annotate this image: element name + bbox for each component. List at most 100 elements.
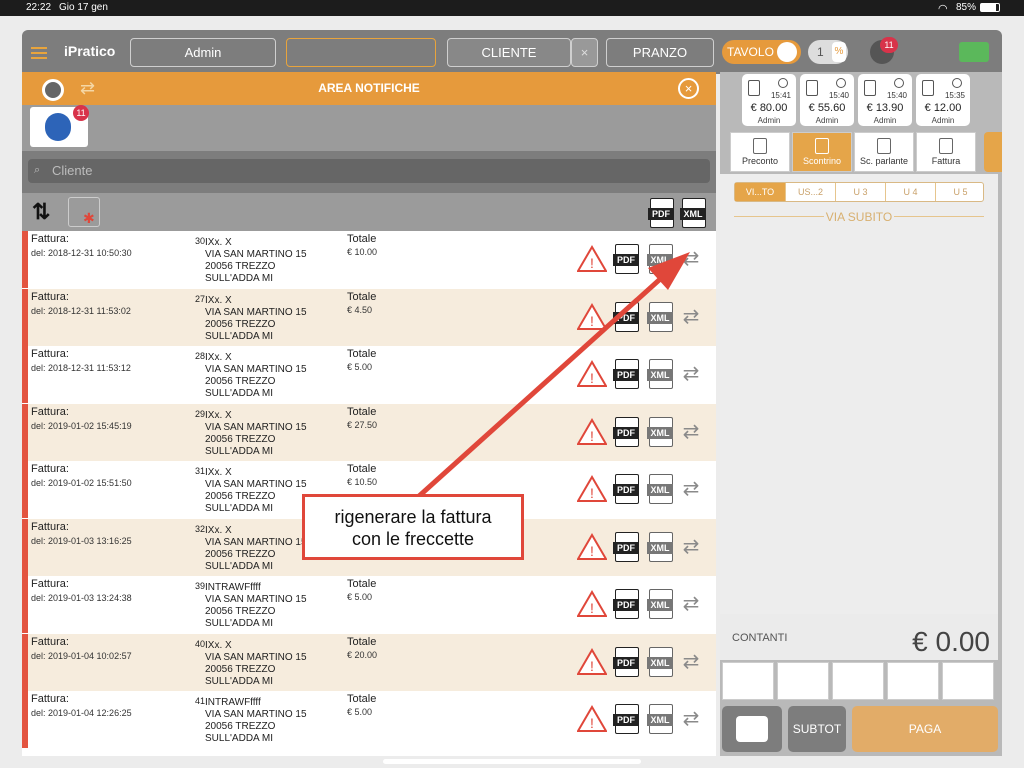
send-icon[interactable] <box>777 662 829 700</box>
recent-ticket-card[interactable]: 15:40 € 55.60 Admin <box>800 74 854 126</box>
user-button[interactable]: Admin <box>130 38 276 67</box>
mode-button[interactable]: Fattura <box>916 132 976 172</box>
recent-ticket-card[interactable]: 15:35 € 12.00 Admin <box>916 74 970 126</box>
pdf-label: PDF <box>613 369 639 381</box>
warning-icon[interactable]: ! <box>577 705 607 733</box>
regenerate-icon[interactable]: ⇄ <box>679 476 703 502</box>
regenerate-icon[interactable]: ⇄ <box>679 419 703 445</box>
warning-icon[interactable]: ! <box>577 475 607 503</box>
invoice-total: € 5.00 <box>347 592 373 602</box>
pdf-icon[interactable]: PDF <box>613 359 639 389</box>
exit-tab[interactable]: U 4 <box>885 183 935 201</box>
close-icon[interactable]: × <box>678 78 699 99</box>
recent-ticket-card[interactable]: 15:40 € 13.90 Admin <box>858 74 912 126</box>
xml-icon[interactable]: XML <box>647 646 673 677</box>
trash-icon[interactable] <box>722 662 774 700</box>
invoice-row[interactable]: Fattura: del: 2019-01-02 15:45:19 29 IXx. X… <box>22 403 716 461</box>
export-all-xml-icon[interactable]: XML <box>680 198 706 228</box>
modes-scroll-tab[interactable] <box>984 132 1002 172</box>
regenerate-icon[interactable]: ⇄ <box>679 706 703 732</box>
table-field[interactable] <box>286 38 436 67</box>
warning-icon[interactable]: ! <box>577 532 607 561</box>
home-indicator[interactable] <box>383 759 641 764</box>
invoice-row[interactable]: Fattura: del: 2019-01-04 12:26:25 41 INTRAW… <box>22 691 716 748</box>
calendar-settings-icon[interactable]: ✱ <box>68 197 100 227</box>
invoice-row[interactable]: Fattura: del: 2018-12-31 10:50:30 30 IXx. X… <box>22 231 716 288</box>
annotation-callout: rigenerare la fattura con le freccette <box>302 494 524 560</box>
customer-clear-button[interactable]: × <box>571 38 598 67</box>
svg-text:!: ! <box>590 485 594 501</box>
invoice-total: € 27.50 <box>347 419 378 430</box>
regenerate-icon[interactable]: ⇄ <box>679 361 703 387</box>
mode-button[interactable]: Sc. parlante <box>854 132 914 172</box>
pdf-icon[interactable]: PDF <box>613 244 639 274</box>
pdf-icon[interactable]: PDF <box>613 416 639 447</box>
subtotal-button[interactable]: SUBTOT <box>788 706 846 752</box>
mode-button[interactable]: Scontrino <box>792 132 852 172</box>
pdf-label: PDF <box>648 208 674 220</box>
xml-icon[interactable]: XML <box>647 416 673 447</box>
xml-icon[interactable]: XML <box>647 359 673 389</box>
pdf-icon[interactable]: PDF <box>613 531 639 562</box>
customer-city: 20056 TREZZO <box>205 433 276 445</box>
pdf-label: PDF <box>613 599 639 611</box>
xml-label: XML <box>647 714 673 726</box>
warning-icon[interactable]: ! <box>577 302 607 331</box>
invoice-row[interactable]: Fattura: del: 2019-01-04 10:02:57 40 IXx. X… <box>22 633 716 691</box>
exit-tab[interactable]: U 5 <box>935 183 985 201</box>
xml-icon[interactable]: XML <box>647 474 673 504</box>
sort-icon[interactable]: ⇅ <box>32 199 50 225</box>
regenerate-icon[interactable]: ⇄ <box>679 534 703 560</box>
customer-search-input[interactable]: Cliente <box>28 159 710 183</box>
invoice-row[interactable]: Fattura: del: 2019-01-03 13:24:38 39 INTRAW… <box>22 576 716 633</box>
menu-icon[interactable] <box>31 44 47 62</box>
exit-tab[interactable]: U 3 <box>835 183 885 201</box>
regenerate-icon[interactable]: ⇄ <box>679 649 703 675</box>
pay-button[interactable]: PAGA <box>852 706 998 752</box>
wallet-button[interactable] <box>722 706 782 752</box>
pdf-icon[interactable]: PDF <box>613 589 639 619</box>
warning-icon[interactable]: ! <box>577 417 607 446</box>
warning-icon[interactable]: ! <box>577 647 607 676</box>
printer-icon[interactable] <box>959 42 989 62</box>
xml-icon[interactable]: XML <box>647 531 673 562</box>
regenerate-icon[interactable]: ⇄ <box>679 591 703 617</box>
pdf-icon[interactable]: PDF <box>613 301 639 332</box>
warning-icon[interactable]: ! <box>577 245 607 273</box>
pdf-icon[interactable]: PDF <box>613 474 639 504</box>
covers-control[interactable]: 1 % <box>808 40 848 64</box>
customer-button[interactable]: CLIENTE <box>447 38 571 67</box>
xml-icon[interactable]: XML <box>647 589 673 619</box>
table-toggle[interactable]: TAVOLO <box>722 40 801 64</box>
percent-button[interactable]: % <box>832 42 846 62</box>
xml-icon[interactable]: XML <box>647 244 673 274</box>
warning-icon[interactable]: ! <box>577 360 607 388</box>
shopping-bag-icon[interactable] <box>887 662 939 700</box>
invoice-label: Fattura: <box>31 463 69 475</box>
mode-button[interactable]: Preconto <box>730 132 790 172</box>
exit-tab[interactable]: VI...TO <box>735 183 785 201</box>
pdf-icon[interactable]: PDF <box>613 646 639 677</box>
invoice-date: del: 2018-12-31 11:53:02 <box>31 305 131 316</box>
xml-icon[interactable]: XML <box>647 301 673 332</box>
invoice-total: € 5.00 <box>347 707 373 717</box>
customer-city-line2: SULL'ADDA MI <box>205 675 274 687</box>
warning-icon[interactable]: ! <box>577 590 607 618</box>
exit-tab[interactable]: US...2 <box>785 183 835 201</box>
gear-icon: ✱ <box>83 210 95 226</box>
invoice-row[interactable]: Fattura: del: 2018-12-31 11:53:12 28 IXx. X… <box>22 346 716 403</box>
qr-code-icon[interactable] <box>942 662 994 700</box>
pdf-label: PDF <box>613 426 639 439</box>
pdf-icon[interactable]: PDF <box>613 704 639 734</box>
export-all-pdf-icon[interactable]: PDF <box>648 198 674 228</box>
regenerate-icon[interactable]: ⇄ <box>679 304 703 330</box>
xml-label: XML <box>647 599 673 611</box>
regenerate-icon[interactable]: ⇄ <box>679 246 703 272</box>
service-button[interactable]: PRANZO <box>606 38 714 67</box>
mode-label: Preconto <box>741 156 779 166</box>
customer-name: IXx. X <box>205 409 232 421</box>
drawer-icon[interactable] <box>832 662 884 700</box>
xml-icon[interactable]: XML <box>647 704 673 734</box>
recent-ticket-card[interactable]: 15:41 € 80.00 Admin <box>742 74 796 126</box>
invoice-row[interactable]: Fattura: del: 2018-12-31 11:53:02 27 IXx. X… <box>22 288 716 346</box>
